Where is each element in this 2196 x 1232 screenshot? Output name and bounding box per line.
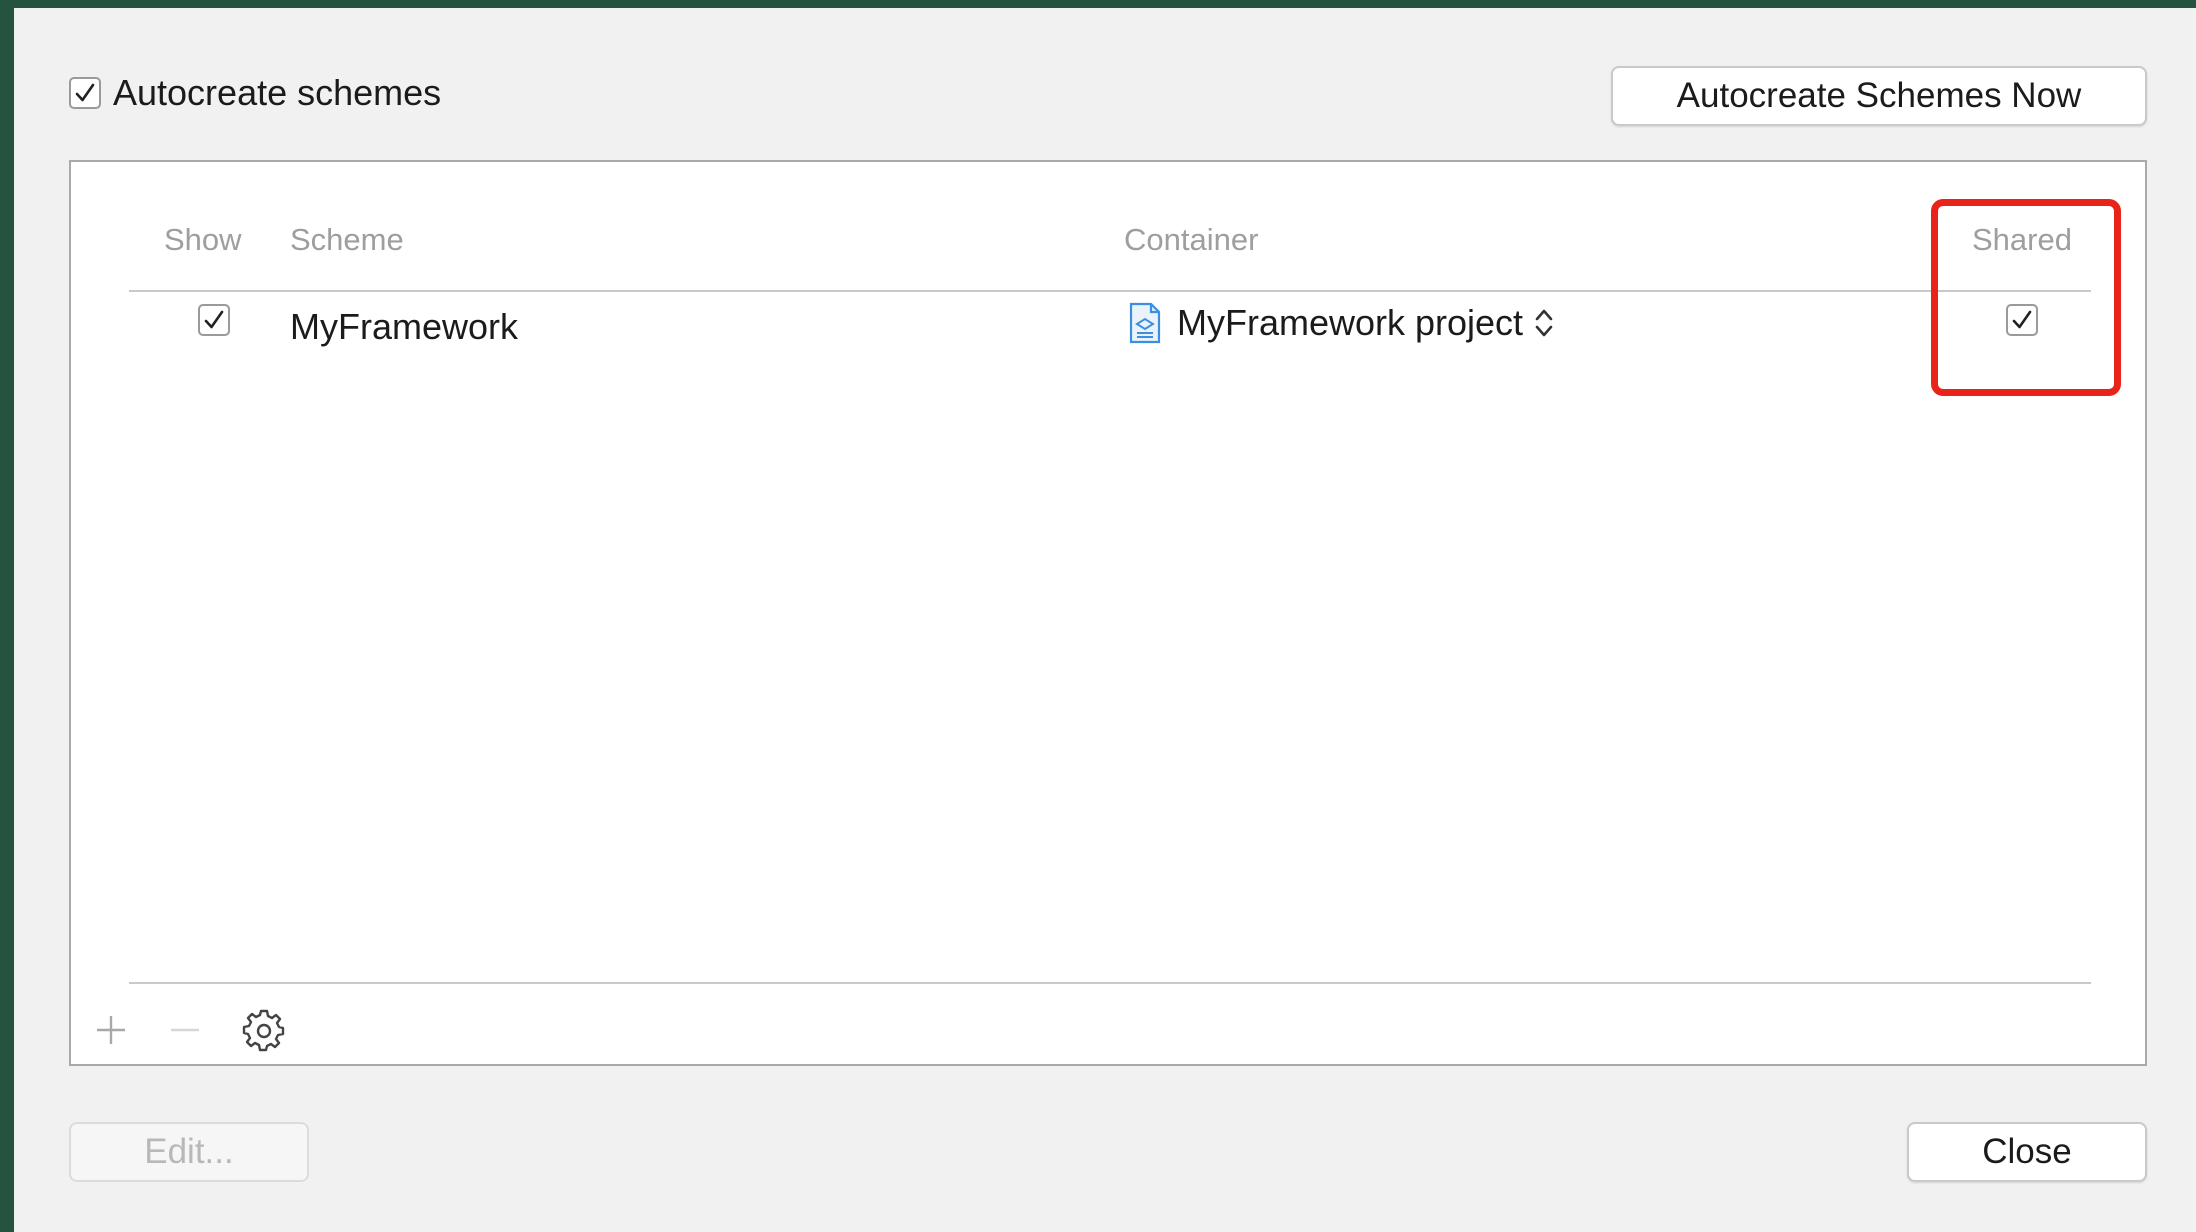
close-button[interactable]: Close (1907, 1122, 2147, 1182)
edit-scheme-button[interactable]: Edit... (69, 1122, 309, 1182)
column-header-show[interactable]: Show (164, 222, 242, 258)
scheme-actions-button[interactable] (242, 1008, 286, 1052)
gear-icon (242, 1009, 285, 1052)
row-container-popup[interactable]: MyFramework project (1129, 302, 1555, 344)
chevron-up-down-icon (1535, 309, 1553, 337)
plus-icon (97, 1016, 125, 1044)
column-header-container[interactable]: Container (1124, 222, 1258, 258)
row-show-checkbox[interactable] (198, 304, 230, 336)
autocreate-schemes-now-button[interactable]: Autocreate Schemes Now (1611, 66, 2147, 126)
checkmark-icon (204, 310, 224, 329)
project-document-icon (1129, 302, 1161, 344)
header-divider (129, 290, 2091, 292)
schemes-table: Show Scheme Container Shared MyFramework… (69, 160, 2147, 1066)
manage-schemes-sheet: Autocreate schemes Autocreate Schemes No… (14, 8, 2196, 1232)
minus-icon (171, 1028, 199, 1032)
footer-divider (129, 982, 2091, 984)
checkmark-icon (75, 83, 95, 102)
autocreate-schemes-label: Autocreate schemes (113, 72, 442, 113)
shared-column-highlight (1931, 199, 2121, 396)
remove-scheme-button[interactable] (165, 1010, 205, 1050)
autocreate-schemes-option[interactable]: Autocreate schemes (69, 72, 441, 114)
row-scheme-name[interactable]: MyFramework (290, 306, 518, 348)
column-header-scheme[interactable]: Scheme (290, 222, 404, 258)
row-container-label: MyFramework project (1177, 302, 1524, 343)
autocreate-schemes-checkbox[interactable] (69, 77, 101, 109)
add-scheme-button[interactable] (91, 1010, 131, 1050)
